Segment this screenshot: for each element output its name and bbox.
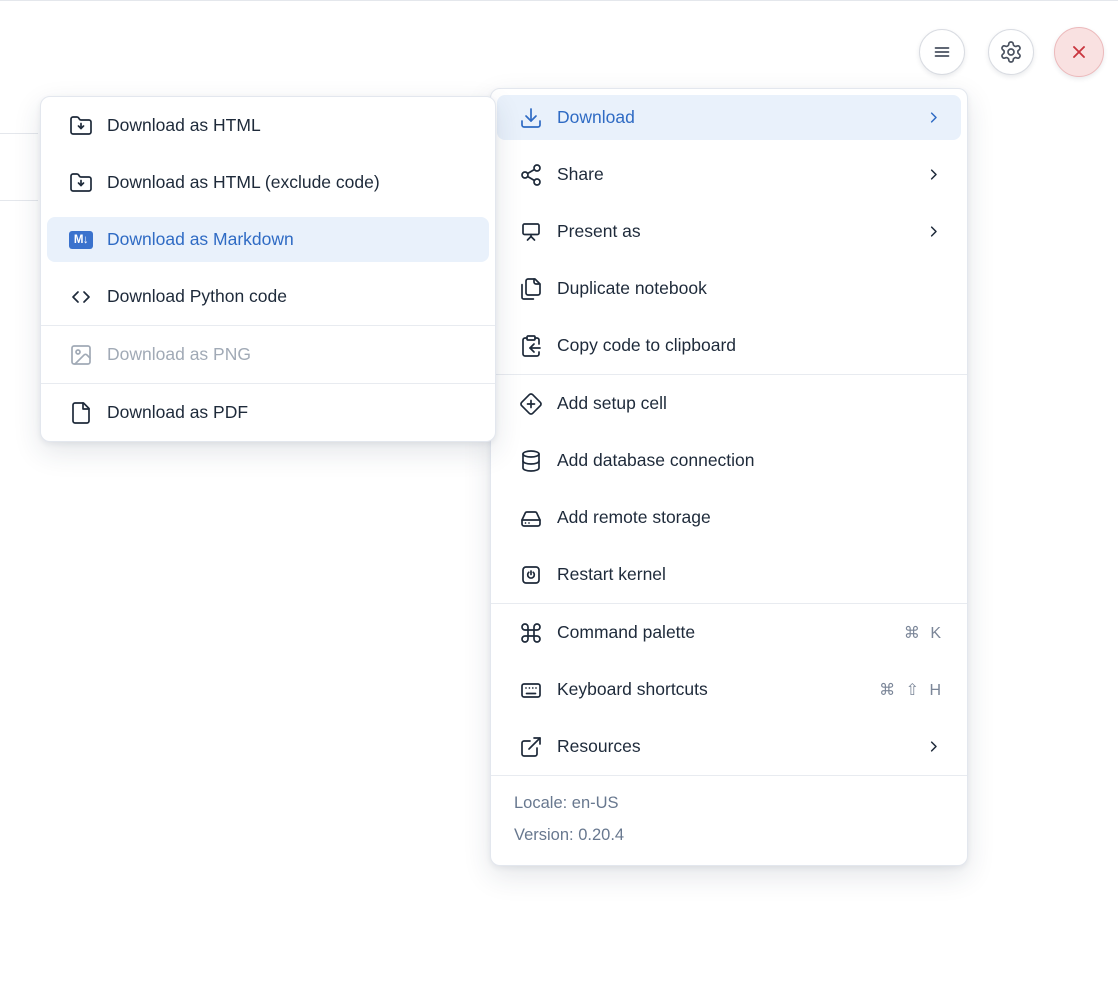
image-icon [69,343,93,367]
chevron-right-icon [926,167,941,182]
menu-item-download-as-html[interactable]: Download as HTML [47,103,489,148]
menu-item-label: Download as PNG [107,344,469,365]
menu-item-label: Download as Markdown [107,229,469,250]
presentation-icon [519,220,543,244]
background-divider [0,133,38,134]
menu-item-label: Add setup cell [557,393,941,414]
menu-item-label: Add database connection [557,450,941,471]
menu-item-add-database-connection[interactable]: Add database connection [497,438,961,483]
folder-down-icon [69,171,93,195]
menu-item-label: Download [557,107,912,128]
submenu-section: Download as HTML Download as HTML (exclu… [41,97,495,325]
files-icon [519,277,543,301]
menu-item-resources[interactable]: Resources [497,724,961,769]
hamburger-menu-button[interactable] [919,29,965,75]
menu-item-label: Download as HTML [107,115,469,136]
hard-drive-icon [519,506,543,530]
markdown-badge-icon: M↓ [69,228,93,252]
menu-section: Add setup cell Add database connection A… [491,374,967,603]
submenu-section: Download as PNG [41,325,495,383]
code-icon [69,285,93,309]
locale-text: Locale: en-US [514,787,944,819]
close-button[interactable] [1054,27,1104,77]
menu-item-label: Present as [557,221,912,242]
menu-item-label: Restart kernel [557,564,941,585]
file-icon [69,401,93,425]
clipboard-copy-icon [519,334,543,358]
menu-item-label: Copy code to clipboard [557,335,941,356]
menu-item-download[interactable]: Download [497,95,961,140]
version-text: Version: 0.20.4 [514,819,944,851]
share-icon [519,163,543,187]
menu-item-keyboard-shortcuts[interactable]: Keyboard shortcuts ⌘ ⇧ H [497,667,961,712]
close-icon [1067,40,1091,64]
hamburger-icon [930,40,954,64]
menu-item-copy-code[interactable]: Copy code to clipboard [497,323,961,368]
diamond-plus-icon [519,392,543,416]
menu-footer: Locale: en-US Version: 0.20.4 [491,775,967,865]
menu-item-add-setup-cell[interactable]: Add setup cell [497,381,961,426]
menu-item-download-as-png[interactable]: Download as PNG [47,332,489,377]
keyboard-icon [519,678,543,702]
menu-item-share[interactable]: Share [497,152,961,197]
menu-item-label: Command palette [557,622,890,643]
menu-item-add-remote-storage[interactable]: Add remote storage [497,495,961,540]
command-icon [519,621,543,645]
menu-item-download-as-html-exclude-code[interactable]: Download as HTML (exclude code) [47,160,489,205]
menu-item-label: Download as HTML (exclude code) [107,172,469,193]
menu-item-command-palette[interactable]: Command palette ⌘ K [497,610,961,655]
menu-item-label: Download Python code [107,286,469,307]
menu-item-download-as-pdf[interactable]: Download as PDF [47,390,489,435]
download-submenu: Download as HTML Download as HTML (exclu… [40,96,496,442]
menu-item-label: Duplicate notebook [557,278,941,299]
keyboard-shortcut: ⌘ ⇧ H [879,680,941,700]
folder-down-icon [69,114,93,138]
keyboard-shortcut: ⌘ K [904,623,941,643]
menu-item-present-as[interactable]: Present as [497,209,961,254]
menu-item-label: Share [557,164,912,185]
background-divider [0,200,38,201]
chevron-right-icon [926,224,941,239]
menu-item-duplicate-notebook[interactable]: Duplicate notebook [497,266,961,311]
menu-item-restart-kernel[interactable]: Restart kernel [497,552,961,597]
gear-icon [999,40,1023,64]
notebook-actions-menu: Download Share Present as Duplicate note… [490,88,968,866]
power-square-icon [519,563,543,587]
menu-item-label: Keyboard shortcuts [557,679,865,700]
database-icon [519,449,543,473]
chevron-right-icon [926,739,941,754]
chevron-right-icon [926,110,941,125]
top-border [0,0,1118,1]
menu-item-label: Download as PDF [107,402,469,423]
menu-item-label: Resources [557,736,912,757]
external-link-icon [519,735,543,759]
settings-button[interactable] [988,29,1034,75]
menu-item-download-as-markdown[interactable]: M↓ Download as Markdown [47,217,489,262]
menu-item-label: Add remote storage [557,507,941,528]
menu-section: Command palette ⌘ K Keyboard shortcuts ⌘… [491,603,967,775]
submenu-section: Download as PDF [41,383,495,441]
menu-item-download-python-code[interactable]: Download Python code [47,274,489,319]
menu-section: Download Share Present as Duplicate note… [491,89,967,374]
download-icon [519,106,543,130]
